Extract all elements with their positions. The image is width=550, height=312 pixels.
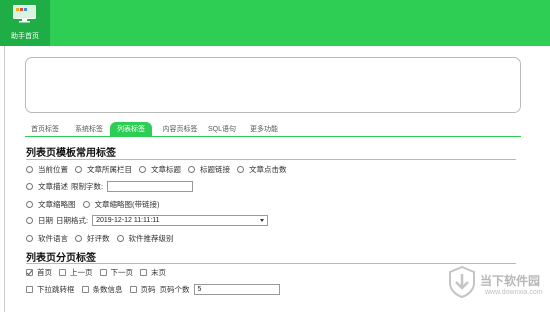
checkbox-row: 下拉跳转框 条数信息 页码 页码个数: [26, 283, 280, 295]
code-output-textarea[interactable]: [25, 57, 521, 113]
date-format-select[interactable]: 2019-12-12 11:11:11: [92, 214, 269, 226]
section-title-list-common: 列表页模板常用标签: [26, 148, 116, 159]
checkbox[interactable]: [26, 268, 33, 276]
option-row: 软件语言 好评数 软件推荐级别: [26, 232, 181, 244]
option-row: 日期 日期格式: 2019-12-12 11:11:11: [26, 214, 269, 226]
limit-label: 限制字数:: [71, 181, 104, 191]
radio-button[interactable]: [116, 234, 124, 242]
section-title-pagination: 列表页分页标签: [26, 253, 96, 264]
option-recommend-level[interactable]: 软件推荐级别: [116, 233, 174, 244]
shield-logo-icon: [449, 266, 475, 298]
option-row: 当前位置 文章所属栏目 文章标题 标题链接 文章点击数: [26, 163, 294, 175]
watermark: 当下软件园 www.downxia.com: [448, 264, 548, 308]
section-rule: [26, 263, 516, 264]
date-format-label: 日期格式:: [56, 215, 89, 225]
option-article-column[interactable]: 文章所属栏目: [75, 164, 132, 175]
tab-bar: 首页标签 系统标签 列表标签 内容页标签 SQL语句 更多功能: [25, 122, 521, 137]
tab-sql[interactable]: SQL语句: [206, 122, 238, 137]
radio-button[interactable]: [26, 234, 33, 242]
tab-underline: [25, 136, 521, 137]
monitor-icon: [13, 5, 36, 23]
radio-button[interactable]: [188, 165, 195, 173]
check-last-page[interactable]: 末页: [140, 267, 166, 278]
tab-list[interactable]: 列表标签: [110, 122, 152, 137]
option-rating-count[interactable]: 好评数: [75, 233, 110, 244]
check-record-info[interactable]: 条数信息: [81, 284, 123, 295]
radio-button[interactable]: [75, 165, 82, 173]
option-article-title[interactable]: 文章标题: [139, 164, 181, 175]
checkbox[interactable]: [140, 268, 147, 276]
tab-system[interactable]: 系统标签: [70, 122, 108, 137]
check-page-numbers[interactable]: 页码: [129, 284, 156, 295]
radio-button[interactable]: [26, 200, 33, 208]
checkbox[interactable]: [81, 285, 89, 293]
page-count-label: 页码个数: [159, 284, 190, 294]
radio-button[interactable]: [237, 165, 244, 173]
radio-button[interactable]: [139, 165, 146, 173]
checkbox[interactable]: [59, 268, 66, 276]
tab-more[interactable]: 更多功能: [247, 122, 281, 137]
page-count-input[interactable]: [193, 283, 280, 295]
divider: [4, 46, 5, 312]
radio-button[interactable]: [26, 165, 33, 173]
checkbox[interactable]: [26, 285, 33, 293]
option-thumbnail-link[interactable]: 文章缩略图(带链接): [82, 199, 160, 210]
radio-button[interactable]: [75, 234, 82, 242]
option-article-clicks[interactable]: 文章点击数: [237, 164, 287, 175]
chevron-down-icon: [260, 218, 265, 222]
checkbox[interactable]: [129, 285, 137, 293]
option-current-position[interactable]: 当前位置: [26, 164, 68, 175]
option-row: 文章缩略图 文章缩略图(带链接): [26, 198, 167, 210]
tab-content[interactable]: 内容页标签: [159, 122, 201, 137]
option-date[interactable]: 日期: [26, 215, 53, 226]
top-bar: 助手首页: [0, 0, 550, 46]
home-tile[interactable]: 助手首页: [0, 0, 50, 46]
section-rule: [26, 159, 516, 160]
tab-home[interactable]: 首页标签: [28, 122, 62, 137]
radio-button[interactable]: [26, 182, 33, 190]
option-row: 文章描述 限制字数:: [26, 180, 194, 192]
option-title-link[interactable]: 标题链接: [188, 164, 230, 175]
option-software-language[interactable]: 软件语言: [26, 233, 68, 244]
limit-chars-input[interactable]: [107, 180, 194, 192]
check-next-page[interactable]: 下一页: [99, 267, 133, 278]
checkbox[interactable]: [99, 268, 107, 276]
check-prev-page[interactable]: 上一页: [59, 267, 93, 278]
check-dropdown-jump[interactable]: 下拉跳转框: [26, 284, 75, 295]
option-article-description[interactable]: 文章描述: [26, 181, 68, 192]
watermark-url: www.downxia.com: [485, 289, 543, 296]
home-label: 助手首页: [11, 33, 39, 40]
option-thumbnail[interactable]: 文章缩略图: [26, 199, 76, 210]
checkbox-row: 首页 上一页 下一页 末页: [26, 266, 173, 278]
radio-button[interactable]: [82, 200, 90, 208]
watermark-title: 当下软件园: [480, 274, 541, 288]
radio-button[interactable]: [26, 216, 33, 224]
check-first-page[interactable]: 首页: [26, 267, 52, 278]
